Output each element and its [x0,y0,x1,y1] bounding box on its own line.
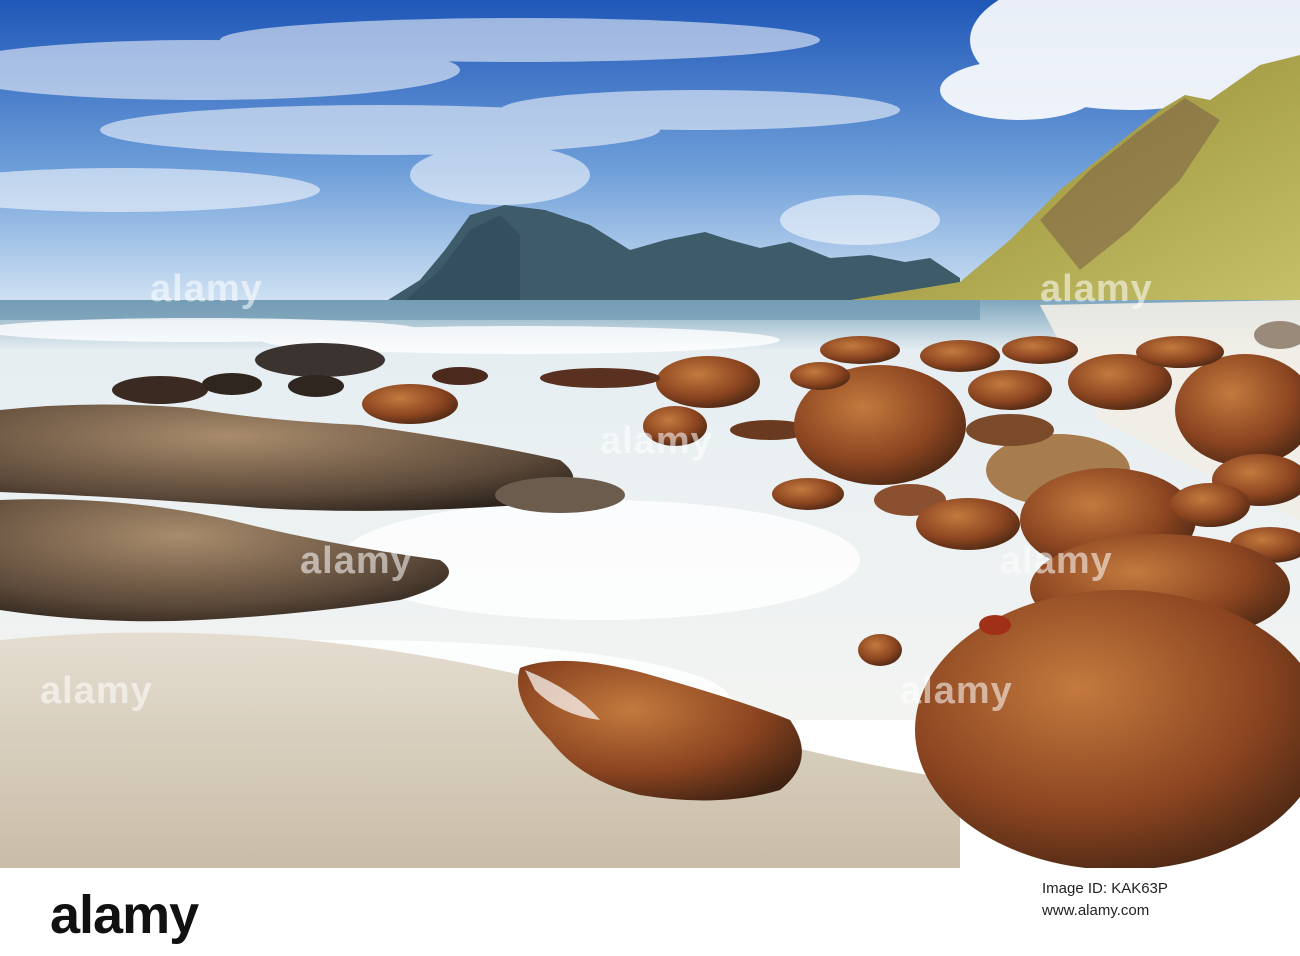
watermark: alamy [1040,268,1153,310]
watermark: alamy [600,420,713,462]
watermark: alamy [1000,540,1113,582]
watermark: alamy [300,540,413,582]
watermark: alamy [900,670,1013,712]
footer: alamy Image ID: KAK63P www.alamy.com [0,868,1300,956]
watermark: alamy [150,268,263,310]
footer-info: Image ID: KAK63P www.alamy.com [1042,878,1272,922]
photo: alamy alamy alamy alamy alamy alamy alam… [0,0,1300,868]
alamy-logo: alamy [50,885,199,945]
image-id: Image ID: KAK63P [1042,880,1168,897]
watermark: alamy [40,670,153,712]
site-url: www.alamy.com [1042,902,1150,919]
